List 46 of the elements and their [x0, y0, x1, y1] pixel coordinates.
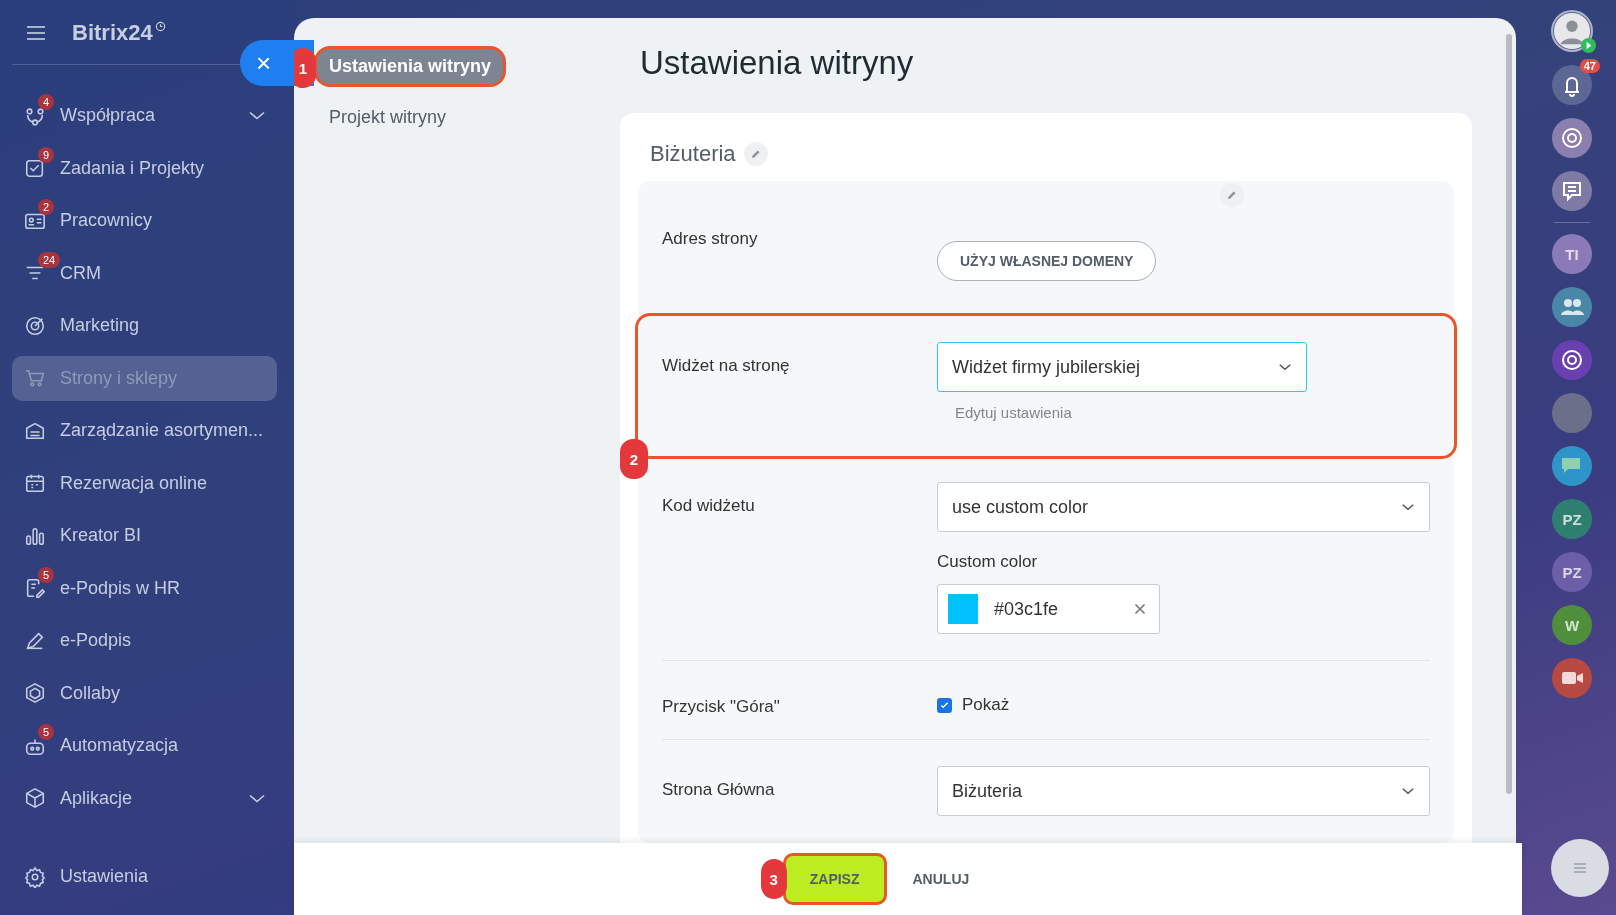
sidebar-item[interactable]: Rezerwacja online [12, 460, 277, 506]
sidebar-item[interactable]: Kreator BI [12, 513, 277, 558]
step-marker: 2 [620, 439, 648, 479]
sidebar-item[interactable]: 4 Współpraca [12, 93, 277, 138]
dropdown[interactable]: use custom color [937, 482, 1430, 532]
field-label: Custom color [937, 552, 1038, 572]
save-button[interactable]: ZAPISZ [782, 853, 887, 905]
sidebar-item[interactable]: Aplikacje [12, 775, 277, 821]
count-badge: 2 [38, 199, 55, 215]
count-badge: 4 [38, 94, 55, 110]
cancel-button[interactable]: ANULUJ [906, 870, 976, 888]
card-title: Biżuteria [650, 141, 736, 167]
field-label: Przycisk "Góra" [662, 696, 781, 717]
field-label: Strona Główna [662, 779, 776, 801]
count-badge: 24 [38, 251, 61, 268]
color-field[interactable]: #03c1fe [937, 584, 1160, 634]
custom-domain-button[interactable]: UŻYJ WŁASNEJ DOMENY [937, 241, 1157, 281]
sidebar-item[interactable]: Zarządzanie asortymen... [12, 408, 277, 453]
field-label: Adres strony [662, 228, 759, 250]
nav-tab[interactable]: Ustawienia witryny [314, 46, 507, 87]
dropdown[interactable]: Widżet firmy jubilerskiej [937, 342, 1307, 392]
sidebar-item[interactable]: Collaby [12, 670, 277, 716]
sidebar-item[interactable]: e-Podpis [12, 618, 277, 663]
edit-settings-link[interactable]: Edytuj ustawienia [955, 404, 1072, 421]
page-title: Ustawienia witryny [640, 44, 915, 82]
sidebar-item[interactable]: 5 Automatyzacja [12, 723, 277, 768]
sidebar-item[interactable]: 9 Zadania i Projekty [12, 145, 277, 191]
logo: Bitrix24 [72, 20, 153, 46]
field-label: Kod widżetu [662, 495, 756, 517]
sidebar-item[interactable]: 5 e-Podpis w HR [12, 565, 277, 611]
sidebar-item[interactable]: 2 Pracownicy [12, 198, 277, 243]
sidebar-item[interactable]: Marketing [12, 303, 277, 348]
contact-avatar[interactable]: PZ [1552, 499, 1592, 539]
notification-badge: 47 [1579, 59, 1600, 73]
count-badge: 5 [38, 566, 55, 583]
checkbox-label: Pokaż [962, 695, 1010, 715]
sidebar-item[interactable]: Ustawienia [12, 854, 277, 899]
step-marker: 1 [294, 48, 316, 88]
contact-avatar[interactable]: PZ [1552, 552, 1592, 592]
step-marker: 3 [760, 859, 787, 899]
sidebar-item[interactable]: 24 CRM [12, 250, 277, 296]
count-badge: 5 [38, 724, 55, 740]
field-label: Widżet na stronę [662, 355, 791, 377]
dropdown[interactable]: Biżuteria [937, 766, 1430, 816]
nav-tab[interactable]: Projekt witryny [314, 97, 462, 138]
count-badge: 9 [38, 146, 55, 163]
